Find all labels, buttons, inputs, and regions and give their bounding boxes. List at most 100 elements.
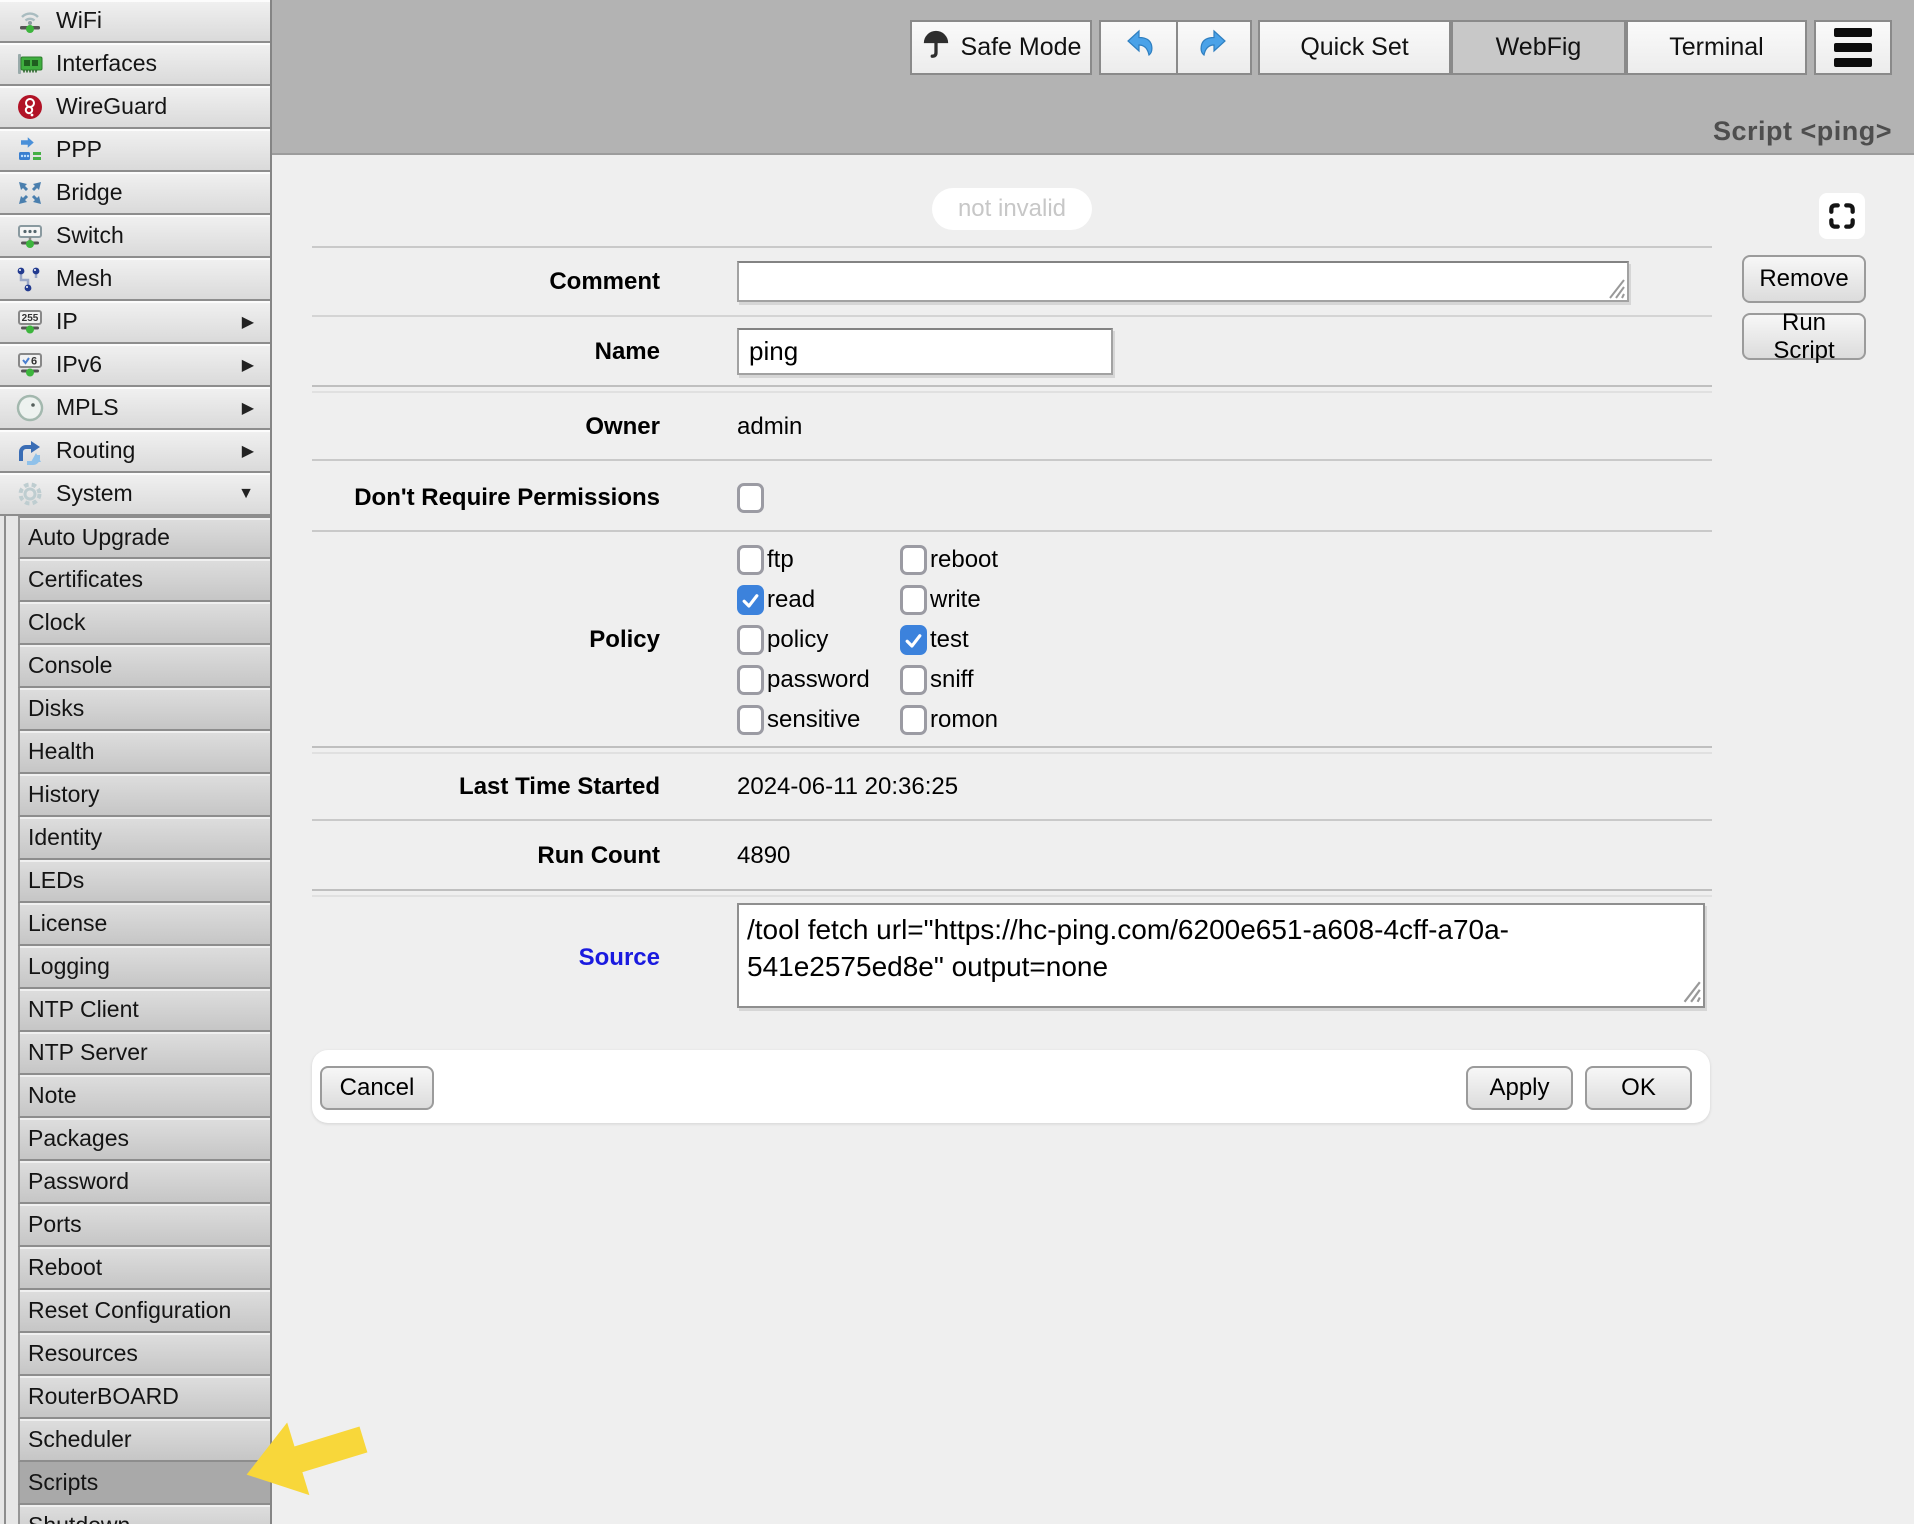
sidebar-item-label: Interfaces <box>56 50 157 77</box>
sidebar-subitem-packages[interactable]: Packages <box>18 1118 270 1161</box>
policy-checkbox-sniff[interactable] <box>900 665 927 695</box>
sidebar-subitem-ntp-client[interactable]: NTP Client <box>18 989 270 1032</box>
divider <box>312 819 1712 821</box>
menu-button[interactable] <box>1814 20 1892 75</box>
undo-button[interactable] <box>1099 20 1178 75</box>
sidebar-subitem-certificates[interactable]: Certificates <box>18 559 270 602</box>
run-count-label: Run Count <box>312 842 660 870</box>
comment-input[interactable] <box>737 261 1629 302</box>
sidebar-subitem-reboot[interactable]: Reboot <box>18 1247 270 1290</box>
sidebar-subitem-disks[interactable]: Disks <box>18 688 270 731</box>
sidebar-subitem-resources[interactable]: Resources <box>18 1333 270 1376</box>
divider <box>312 752 1712 754</box>
source-label: Source <box>312 944 660 972</box>
policy-checkbox-read[interactable] <box>737 585 764 615</box>
sidebar-subitem-history[interactable]: History <box>18 774 270 817</box>
dont-require-permissions-checkbox[interactable] <box>737 483 764 513</box>
policy-checkbox-password[interactable] <box>737 665 764 695</box>
sidebar-subitem-scheduler[interactable]: Scheduler <box>18 1419 270 1462</box>
page-title: Script <ping> <box>1713 116 1892 147</box>
cancel-button[interactable]: Cancel <box>320 1066 434 1110</box>
policy-checkbox-write[interactable] <box>900 585 927 615</box>
policy-cell-read: read <box>737 585 900 615</box>
policy-checkbox-romon[interactable] <box>900 705 927 735</box>
run-script-button[interactable]: Run Script <box>1742 313 1866 360</box>
sidebar-item-ipv6[interactable]: 6IPv6▶ <box>0 344 270 387</box>
run-count-value: 4890 <box>737 842 790 870</box>
sidebar-item-label: Bridge <box>56 179 122 206</box>
policy-cell-romon: romon <box>900 705 998 735</box>
sidebar-subitem-reset-configuration[interactable]: Reset Configuration <box>18 1290 270 1333</box>
policy-checkbox-label: reboot <box>930 546 998 574</box>
sidebar-item-system[interactable]: System▼ <box>0 473 270 516</box>
sidebar-subitem-ntp-server[interactable]: NTP Server <box>18 1032 270 1075</box>
ok-button[interactable]: OK <box>1585 1066 1692 1110</box>
sidebar-subitem-license[interactable]: License <box>18 903 270 946</box>
sidebar-subitem-logging[interactable]: Logging <box>18 946 270 989</box>
sidebar-subitem-ports[interactable]: Ports <box>18 1204 270 1247</box>
sidebar-subitem-shutdown[interactable]: Shutdown <box>18 1505 270 1524</box>
sidebar-item-label: MPLS <box>56 394 119 421</box>
sidebar-subitem-console[interactable]: Console <box>18 645 270 688</box>
sidebar-subitem-password[interactable]: Password <box>18 1161 270 1204</box>
sidebar-subitem-identity[interactable]: Identity <box>18 817 270 860</box>
ppp-icon <box>14 134 46 166</box>
safe-mode-button[interactable]: Safe Mode <box>910 20 1092 75</box>
policy-checkbox-ftp[interactable] <box>737 545 764 575</box>
last-time-started-label: Last Time Started <box>312 773 660 801</box>
policy-checkbox-reboot[interactable] <box>900 545 927 575</box>
sidebar-item-switch[interactable]: Switch <box>0 215 270 258</box>
sidebar-item-wifi[interactable]: WiFi <box>0 0 270 43</box>
status-badge: not invalid <box>312 188 1712 230</box>
owner-value: admin <box>737 413 802 441</box>
sidebar-main-menu: WiFi Interfaces WireGuardPPP Bridge SwitchMe… <box>0 0 270 516</box>
sidebar-item-wireguard[interactable]: WireGuard <box>0 86 270 129</box>
source-input[interactable]: /tool fetch url="https://hc-ping.com/620… <box>737 903 1705 1008</box>
policy-cell-test: test <box>900 625 998 655</box>
webfig-tab[interactable]: WebFig <box>1451 20 1626 75</box>
apply-button[interactable]: Apply <box>1466 1066 1573 1110</box>
policy-checkbox-sensitive[interactable] <box>737 705 764 735</box>
sidebar-subitem-routerboard[interactable]: RouterBOARD <box>18 1376 270 1419</box>
policy-checkbox-label: password <box>767 666 870 694</box>
quick-set-tab[interactable]: Quick Set <box>1258 20 1451 75</box>
sidebar-item-ppp[interactable]: PPP <box>0 129 270 172</box>
sidebar-item-interfaces[interactable]: Interfaces <box>0 43 270 86</box>
divider <box>312 895 1712 897</box>
sidebar-subitem-leds[interactable]: LEDs <box>18 860 270 903</box>
sidebar-item-mesh[interactable]: Mesh <box>0 258 270 301</box>
chevron-right-icon: ▶ <box>242 398 254 418</box>
policy-checkbox-policy[interactable] <box>737 625 764 655</box>
comment-label: Comment <box>312 268 660 296</box>
ip-icon: 255 <box>14 306 46 338</box>
divider <box>312 889 1712 891</box>
owner-label: Owner <box>312 413 660 441</box>
bridge-icon <box>14 177 46 209</box>
sidebar-subitem-scripts[interactable]: Scripts <box>18 1462 270 1505</box>
policy-checkbox-test[interactable] <box>900 625 927 655</box>
sidebar-subitem-health[interactable]: Health <box>18 731 270 774</box>
redo-button[interactable] <box>1176 20 1252 75</box>
routing-icon <box>14 435 46 467</box>
name-input[interactable] <box>737 328 1113 375</box>
sidebar-item-mpls[interactable]: MPLS ▶ <box>0 387 270 430</box>
policy-checkbox-label: write <box>930 586 981 614</box>
sidebar-item-ip[interactable]: 255IP▶ <box>0 301 270 344</box>
sidebar-subitem-note[interactable]: Note <box>18 1075 270 1118</box>
system-icon <box>14 478 46 510</box>
sidebar-item-bridge[interactable]: Bridge <box>0 172 270 215</box>
policy-cell-sensitive: sensitive <box>737 705 900 735</box>
terminal-tab[interactable]: Terminal <box>1626 20 1807 75</box>
sidebar-item-routing[interactable]: Routing▶ <box>0 430 270 473</box>
policy-label: Policy <box>312 626 660 654</box>
sidebar-subitem-clock[interactable]: Clock <box>18 602 270 645</box>
policy-checkbox-label: read <box>767 586 815 614</box>
sidebar-item-label: WiFi <box>56 7 102 34</box>
chevron-right-icon: ▶ <box>242 441 254 461</box>
divider <box>312 385 1712 387</box>
fullscreen-button[interactable] <box>1819 193 1865 239</box>
sidebar-system-submenu: Auto UpgradeCertificatesClockConsoleDisk… <box>4 516 270 1524</box>
policy-checkbox-grid: ftprebootreadwritepolicytestpasswordsnif… <box>737 540 998 740</box>
sidebar-subitem-auto-upgrade[interactable]: Auto Upgrade <box>18 516 270 559</box>
remove-button[interactable]: Remove <box>1742 255 1866 303</box>
